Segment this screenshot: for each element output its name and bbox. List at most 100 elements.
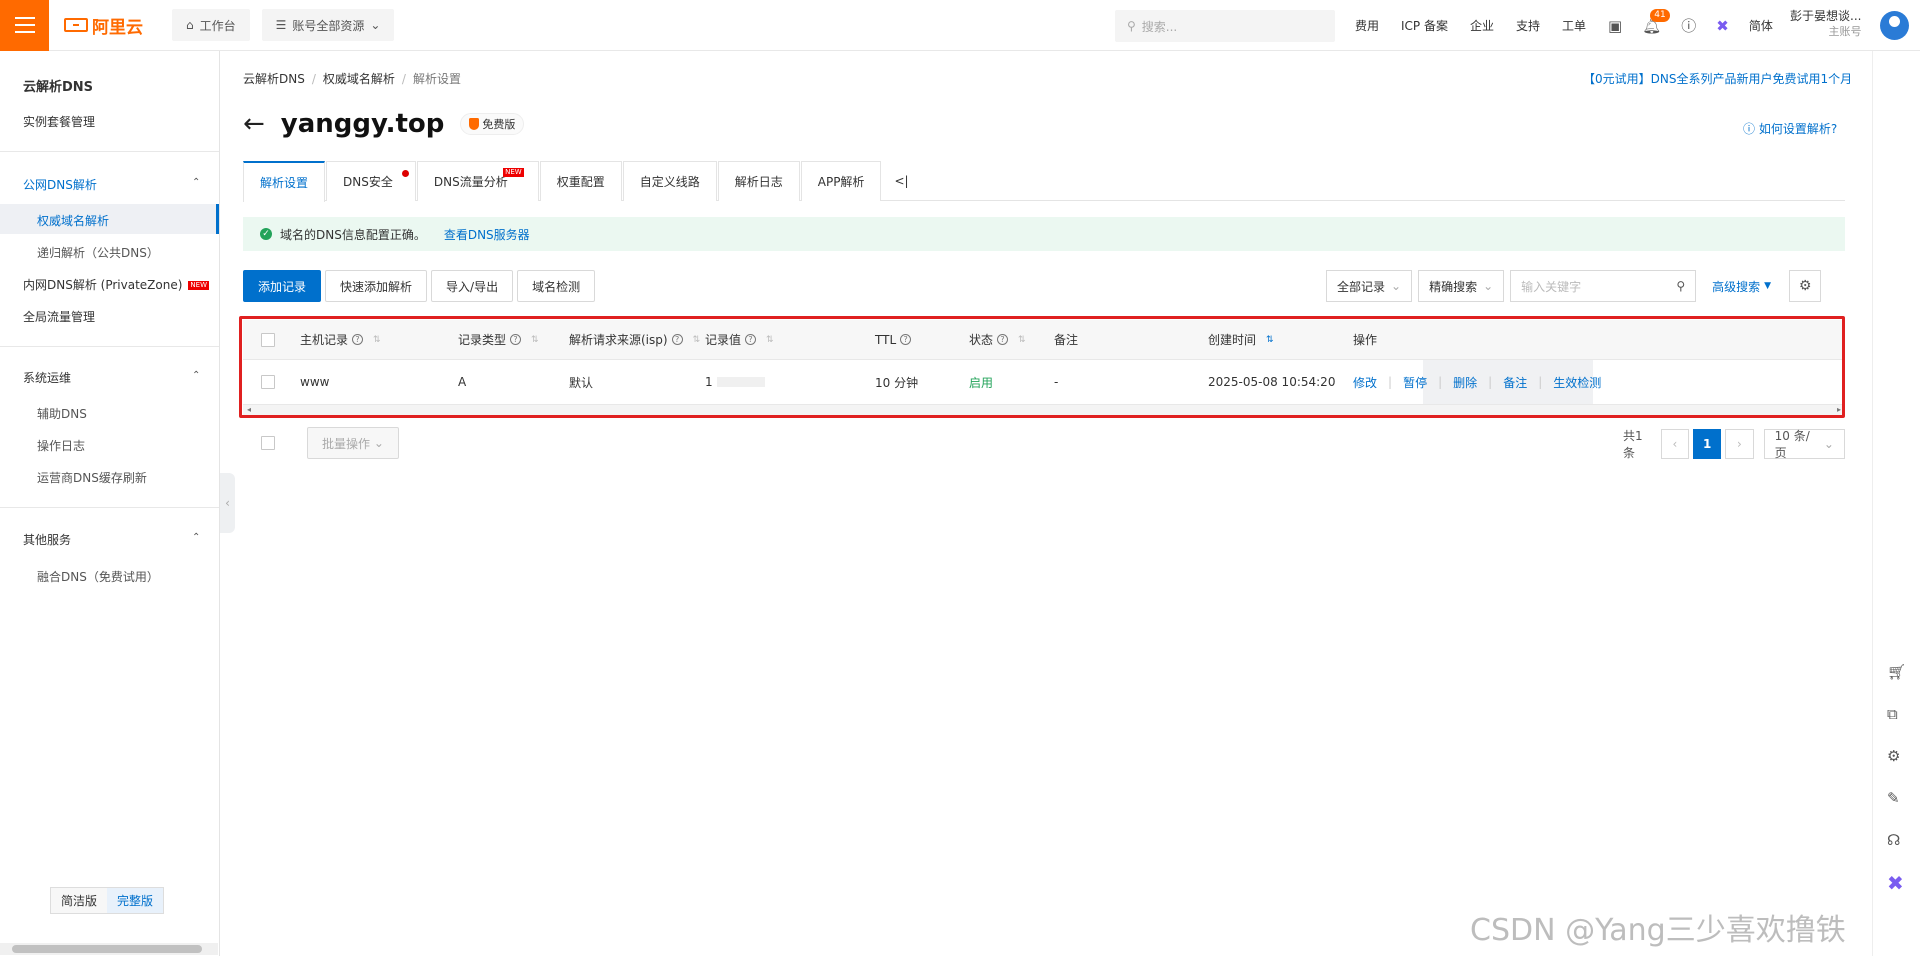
gear-icon[interactable]: ⚙: [1887, 747, 1900, 765]
collapse-sidebar-handle[interactable]: ‹: [220, 473, 235, 533]
how-to-label: 如何设置解析?: [1758, 122, 1838, 136]
resources-dropdown[interactable]: ☰ 账号全部资源 ⌄: [261, 9, 395, 41]
bell-icon[interactable]: 🔔︎ 41: [1642, 8, 1670, 35]
breadcrumb-dns[interactable]: 云解析DNS: [243, 72, 305, 86]
divider: [0, 507, 219, 508]
sidebar-item-recursive[interactable]: 递归解析（公共DNS）: [37, 244, 159, 261]
chevron-up-icon[interactable]: ⌃: [192, 532, 200, 543]
next-page-button[interactable]: ›: [1725, 429, 1754, 459]
help-icon[interactable]: ⓘ: [1681, 15, 1696, 36]
share-icon[interactable]: ⧉: [1887, 705, 1898, 723]
link-billing[interactable]: 费用: [1355, 17, 1379, 34]
sidebar-item-private-zone[interactable]: 内网DNS解析 (PrivateZone) NEW: [23, 276, 209, 293]
assistant-icon[interactable]: ✖: [1887, 871, 1904, 895]
tab-scroll-icon[interactable]: <|: [882, 161, 920, 200]
tab-custom-line[interactable]: 自定义线路: [622, 161, 717, 201]
top-bar: 阿里云 ⌂ 工作台 ☰ 账号全部资源 ⌄ ⚲ 搜索... 费用 ICP 备案 企业 支持…: [0, 0, 1920, 51]
terminal-icon[interactable]: ▣: [1608, 17, 1622, 35]
domain-check-button[interactable]: 域名检测: [517, 270, 596, 302]
back-arrow-icon[interactable]: ←: [243, 111, 265, 137]
chevron-up-icon[interactable]: ⌃: [192, 370, 200, 381]
action-buttons: 添加记录 快速添加解析 导入/导出 域名检测: [243, 270, 596, 302]
workbench-button[interactable]: ⌂ 工作台: [172, 9, 250, 41]
promo-link[interactable]: 【0元试用】DNS全系列产品新用户免费试用1个月: [1583, 70, 1852, 87]
gear-icon: ⚙: [1798, 278, 1812, 294]
user-menu[interactable]: 彭于晏想谈... 主账号: [1790, 8, 1861, 40]
shield-icon: [469, 118, 480, 130]
sidebar-scrollbar[interactable]: [0, 943, 218, 955]
chevron-down-icon: ⌄: [373, 436, 384, 450]
top-links: 费用 ICP 备案 企业 支持 工单 ▣ 🔔︎ 41 ⓘ ✖ 简体: [1355, 0, 1795, 51]
breadcrumb-authoritative[interactable]: 权威域名解析: [323, 72, 395, 86]
cart-icon[interactable]: 🛒︎: [1887, 663, 1906, 681]
user-name: 彭于晏想谈...: [1790, 9, 1862, 23]
highlight-annotation-box: [239, 316, 1845, 418]
language-switch[interactable]: 简体: [1749, 17, 1773, 34]
global-search[interactable]: ⚲ 搜索...: [1115, 10, 1335, 42]
toggle-simple[interactable]: 简洁版: [51, 888, 108, 913]
divider: [0, 346, 219, 347]
toggle-full[interactable]: 完整版: [107, 888, 164, 913]
tab-app-resolution[interactable]: APP解析: [800, 161, 882, 201]
sidebar-group-ops[interactable]: 系统运维: [23, 369, 71, 386]
new-badge: NEW: [188, 281, 209, 290]
headset-icon[interactable]: ☊: [1887, 831, 1900, 849]
sidebar-item-aux-dns[interactable]: 辅助DNS: [37, 405, 87, 422]
aliyun-logo[interactable]: 阿里云: [64, 13, 172, 38]
sidebar-item-fusion-dns[interactable]: 融合DNS（免费试用）: [37, 568, 159, 585]
chevron-up-icon[interactable]: ⌃: [192, 177, 200, 188]
batch-label: 批量操作: [322, 436, 371, 451]
view-dns-servers-link[interactable]: 查看DNS服务器: [444, 226, 530, 243]
sidebar-item-authoritative[interactable]: 权威域名解析: [37, 212, 109, 229]
edition-label: 免费版: [482, 118, 516, 131]
how-to-link[interactable]: ⓘ 如何设置解析?: [1743, 120, 1837, 137]
tab-dns-security[interactable]: DNS安全: [326, 161, 416, 201]
workbench-label: 工作台: [199, 18, 236, 33]
advanced-search-link[interactable]: 高级搜索 ▼: [1712, 278, 1771, 295]
quick-add-button[interactable]: 快速添加解析: [325, 270, 428, 302]
help-icon: ⓘ: [1743, 122, 1759, 136]
menu-icon[interactable]: [0, 0, 49, 51]
sort-desc-icon[interactable]: ⇅: [1266, 335, 1274, 345]
avatar[interactable]: [1880, 11, 1909, 40]
link-ticket[interactable]: 工单: [1562, 17, 1586, 34]
prev-page-button[interactable]: ‹: [1660, 429, 1690, 459]
resources-label: 账号全部资源: [292, 18, 365, 33]
chevron-down-icon: ⌄: [370, 18, 381, 32]
sidebar-item-instance[interactable]: 实例套餐管理: [23, 113, 95, 130]
sidebar-item-gtm[interactable]: 全局流量管理: [23, 308, 95, 325]
chevron-down-icon: ⌄: [1823, 437, 1834, 451]
add-record-button[interactable]: 添加记录: [243, 270, 322, 302]
import-export-button[interactable]: 导入/导出: [431, 270, 514, 302]
link-enterprise[interactable]: 企业: [1470, 17, 1494, 34]
user-role: 主账号: [1828, 25, 1862, 38]
batch-select-checkbox[interactable]: [261, 436, 275, 450]
tab-weight-config[interactable]: 权重配置: [539, 161, 622, 201]
edit-icon[interactable]: ✎: [1887, 789, 1900, 807]
record-filter-select[interactable]: 全部记录 ⌄: [1326, 270, 1413, 302]
page-size-select[interactable]: 10 条/页 ⌄: [1763, 429, 1845, 460]
app-icon[interactable]: ✖: [1716, 17, 1729, 35]
settings-gear-button[interactable]: ⚙: [1789, 270, 1822, 302]
tab-traffic-analysis[interactable]: DNS流量分析 NEW: [416, 161, 539, 201]
page-1-button[interactable]: 1: [1693, 429, 1722, 459]
sidebar-item-op-log[interactable]: 操作日志: [37, 437, 85, 454]
logo-text: 阿里云: [92, 17, 143, 38]
sidebar-group-other[interactable]: 其他服务: [23, 531, 71, 548]
link-support[interactable]: 支持: [1516, 17, 1540, 34]
tab-resolution-settings[interactable]: 解析设置: [243, 161, 326, 202]
page-title: yanggy.top: [280, 109, 445, 139]
breadcrumb: 云解析DNS / 权威域名解析 / 解析设置: [243, 72, 461, 86]
watermark: CSDN @Yang三少喜欢撸铁: [1470, 913, 1846, 948]
batch-ops-button[interactable]: 批量操作 ⌄: [307, 427, 399, 459]
search-icon[interactable]: ⚲: [1676, 279, 1685, 293]
col-created[interactable]: 创建时间 ⇅: [1208, 331, 1274, 348]
sidebar-group-public-dns[interactable]: 公网DNS解析: [23, 176, 97, 193]
sidebar-item-cache-refresh[interactable]: 运营商DNS缓存刷新: [37, 469, 147, 486]
search-mode-select[interactable]: 精确搜索 ⌄: [1418, 270, 1505, 302]
tab-resolution-log[interactable]: 解析日志: [717, 161, 800, 201]
link-icp[interactable]: ICP 备案: [1401, 17, 1448, 34]
scrollbar-thumb[interactable]: [12, 945, 202, 953]
keyword-input[interactable]: 输入关键字 ⚲: [1510, 270, 1697, 302]
breadcrumb-current: 解析设置: [412, 72, 461, 86]
